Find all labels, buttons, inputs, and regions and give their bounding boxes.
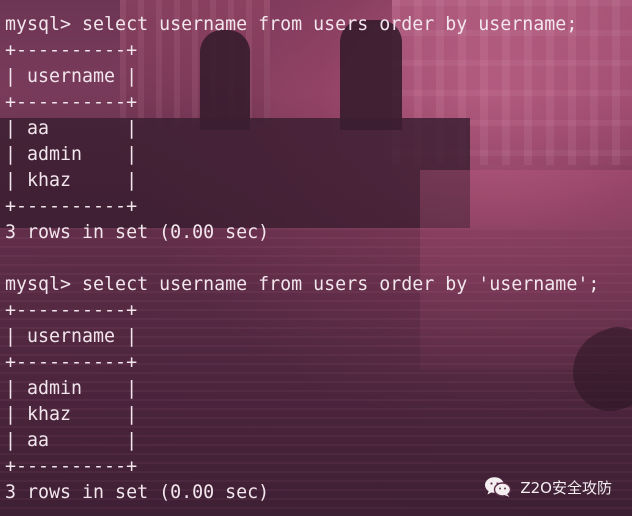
- table-row: | aa |: [5, 430, 138, 451]
- wechat-icon: [485, 477, 512, 497]
- prompt-line: mysql> select username from users order …: [5, 274, 600, 295]
- terminal-output[interactable]: mysql> select username from users order …: [0, 12, 632, 506]
- table-row: | khaz |: [5, 404, 138, 425]
- table-border: +----------+: [5, 300, 138, 321]
- table-row: | khaz |: [5, 170, 138, 191]
- table-row: | aa |: [5, 118, 138, 139]
- table-border: +----------+: [5, 352, 138, 373]
- table-border: +----------+: [5, 40, 138, 61]
- watermark: Z2O安全攻防: [484, 476, 612, 498]
- table-header: | username |: [5, 326, 138, 347]
- prompt-line: mysql> select username from users order …: [5, 14, 578, 35]
- watermark-text: Z2O安全攻防: [520, 478, 612, 497]
- table-row: | admin |: [5, 144, 138, 165]
- table-row: | admin |: [5, 378, 138, 399]
- table-border: +----------+: [5, 196, 138, 217]
- table-header: | username |: [5, 66, 138, 87]
- result-summary: 3 rows in set (0.00 sec): [5, 222, 270, 243]
- table-border: +----------+: [5, 92, 138, 113]
